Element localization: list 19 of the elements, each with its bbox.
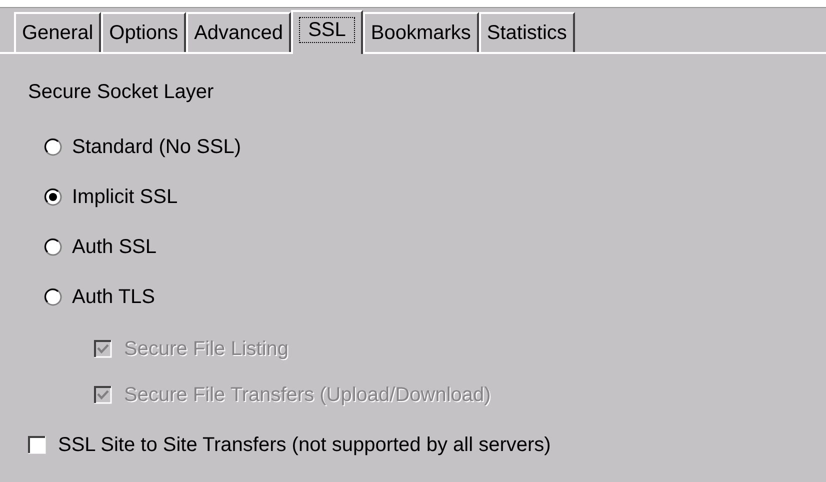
radio-button[interactable] bbox=[44, 188, 62, 206]
checkbox-label: Secure File Listing bbox=[124, 337, 289, 361]
radio-label: Implicit SSL bbox=[72, 185, 178, 209]
tab[interactable]: Options bbox=[101, 12, 186, 52]
tab[interactable]: General bbox=[14, 12, 102, 52]
checkbox[interactable] bbox=[28, 436, 46, 454]
checkbox-label: Secure File Transfers (Upload/Download) bbox=[124, 383, 491, 407]
tab[interactable]: Advanced bbox=[186, 12, 292, 52]
radio-button[interactable] bbox=[44, 288, 62, 306]
radio-button[interactable] bbox=[44, 138, 62, 156]
checkbox-label: SSL Site to Site Transfers (not supported by all servers) bbox=[58, 433, 551, 457]
tab[interactable]: Bookmarks bbox=[362, 12, 479, 52]
radio-label: Auth TLS bbox=[72, 285, 156, 309]
radio-button[interactable] bbox=[44, 238, 62, 256]
tab[interactable]: Statistics bbox=[478, 12, 575, 52]
radio-label: Auth SSL bbox=[72, 235, 157, 259]
tab[interactable]: SSL bbox=[291, 10, 363, 54]
section-title: Secure Socket Layer bbox=[28, 80, 214, 104]
radio-label: Standard (No SSL) bbox=[72, 135, 241, 159]
